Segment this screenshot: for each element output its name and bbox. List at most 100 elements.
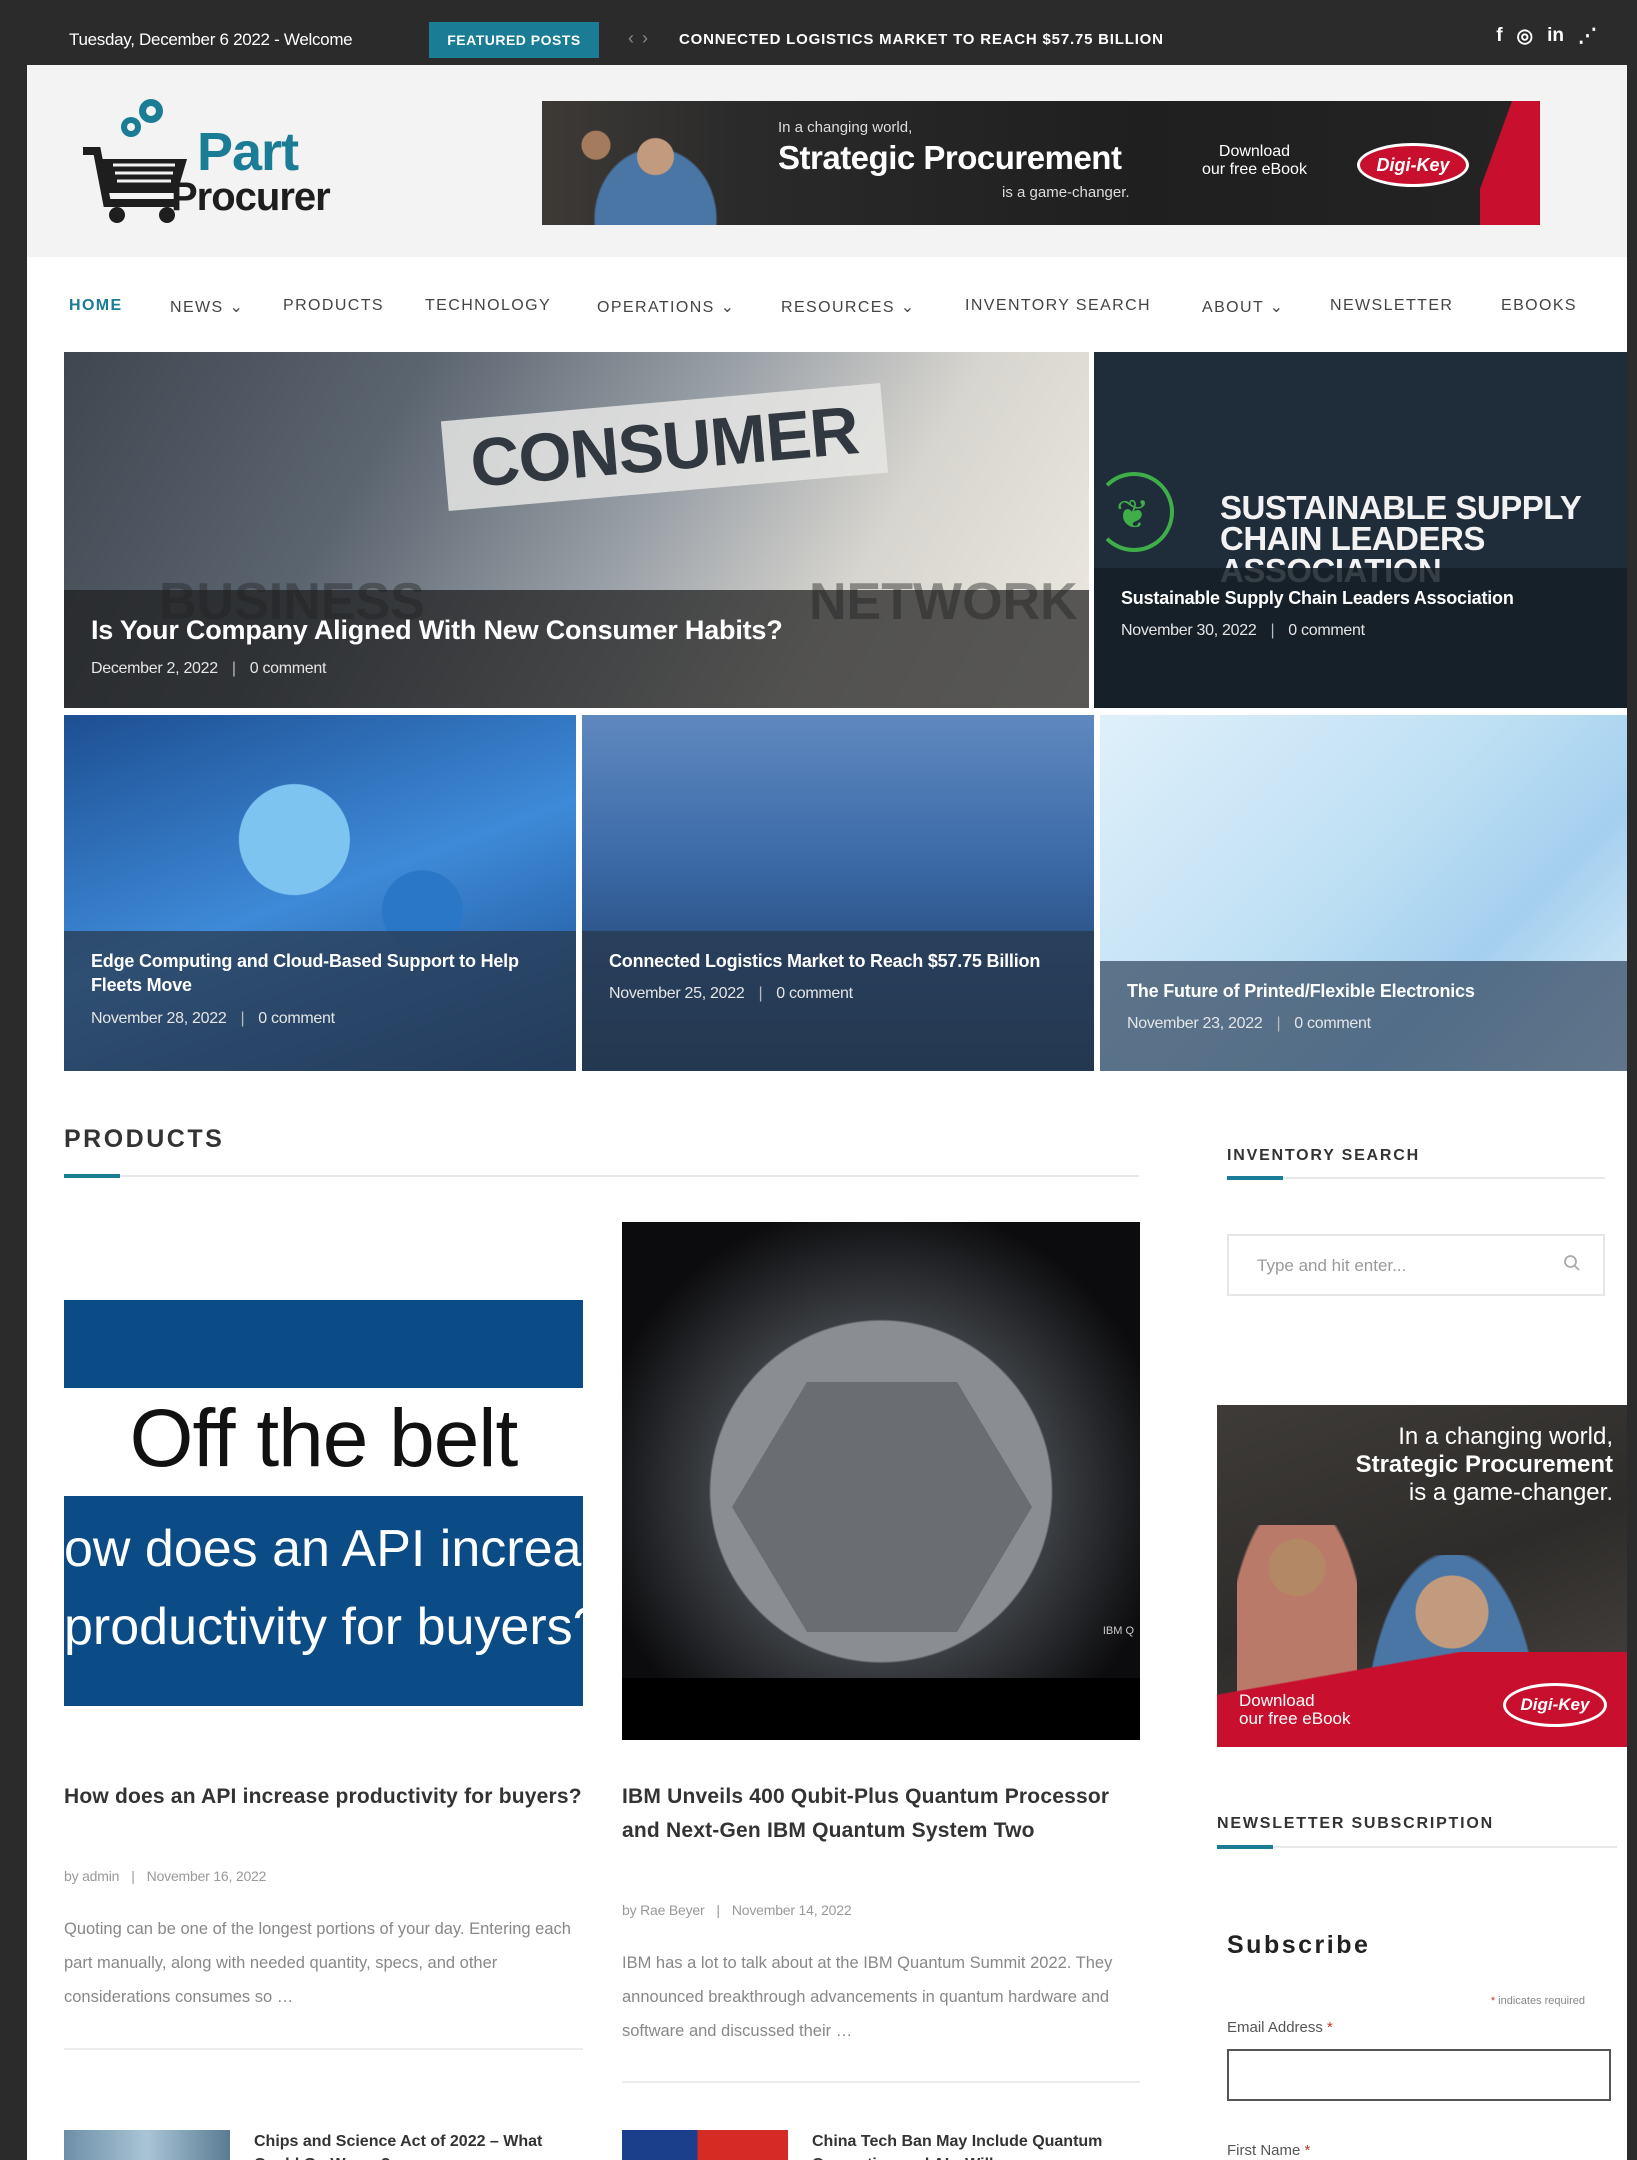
- post-meta: November 30, 2022 | 0 comment: [1121, 622, 1365, 640]
- product-card-1-meta: by admin | November 16, 2022: [64, 1868, 267, 1884]
- chevron-left-icon[interactable]: ‹: [628, 28, 642, 48]
- search-icon[interactable]: [1563, 1254, 1581, 1272]
- post-meta: November 25, 2022 | 0 comment: [609, 985, 853, 1003]
- nav-inventory-search[interactable]: INVENTORY SEARCH: [965, 297, 1151, 315]
- digikey-logo: Digi-Key: [1503, 1683, 1607, 1727]
- banner-download-text: Download our free eBook: [1202, 143, 1307, 178]
- site-logo[interactable]: Part Procurer: [79, 93, 349, 228]
- main-nav: HOME NEWS ⌄ PRODUCTS TECHNOLOGY OPERATIO…: [27, 257, 1627, 347]
- image-top-bar: [64, 1300, 583, 1388]
- product-card-2-title[interactable]: IBM Unveils 400 Qubit-Plus Quantum Proce…: [622, 1780, 1140, 1847]
- image-bottom-bar: ow does an API increas productivity for …: [64, 1496, 583, 1706]
- ad-line1: In a changing world,: [1398, 1423, 1613, 1450]
- chevron-right-icon[interactable]: ›: [642, 28, 656, 48]
- post-date: December 2, 2022: [91, 660, 218, 678]
- hero-post-4[interactable]: Connected Logistics Market to Reach $57.…: [582, 715, 1094, 1071]
- mini-title[interactable]: China Tech Ban May Include Quantum Compu…: [812, 2130, 1112, 2160]
- inventory-search-heading: INVENTORY SEARCH: [1227, 1147, 1420, 1164]
- products-divider: [64, 1175, 1139, 1177]
- date-welcome: Tuesday, December 6 2022 - Welcome: [69, 30, 353, 49]
- post-meta: November 23, 2022 | 0 comment: [1127, 1015, 1371, 1033]
- ad-line3: is a game-changer.: [1408, 1479, 1613, 1506]
- post-title[interactable]: The Future of Printed/Flexible Electroni…: [1127, 979, 1601, 1003]
- subscribe-title: Subscribe: [1227, 1931, 1371, 1959]
- nav-operations[interactable]: OPERATIONS ⌄: [597, 297, 735, 317]
- hero-post-5[interactable]: The Future of Printed/Flexible Electroni…: [1100, 715, 1627, 1071]
- nav-resources[interactable]: RESOURCES ⌄: [781, 297, 916, 317]
- mini-thumb: [64, 2130, 230, 2160]
- post-date: November 28, 2022: [91, 1009, 227, 1027]
- product-card-1-title[interactable]: How does an API increase productivity fo…: [64, 1780, 583, 1814]
- hero-post-1[interactable]: BUSINESS NETWORK CONSUMER Is Your Compan…: [64, 352, 1089, 708]
- instagram-icon[interactable]: ◎: [1517, 25, 1534, 48]
- post-date: November 30, 2022: [1121, 622, 1257, 640]
- post-author[interactable]: by Rae Beyer: [622, 1902, 705, 1918]
- post-date: November 16, 2022: [146, 1868, 267, 1884]
- post-title[interactable]: Is Your Company Aligned With New Consume…: [91, 612, 1063, 648]
- image-bottom-bar: [622, 1678, 1140, 1740]
- facebook-icon[interactable]: f: [1496, 25, 1502, 48]
- mini-title[interactable]: Chips and Science Act of 2022 – What Cou…: [254, 2130, 554, 2160]
- banner-line1: In a changing world,: [778, 119, 913, 136]
- nav-about[interactable]: ABOUT ⌄: [1202, 297, 1284, 317]
- header-banner-ad[interactable]: In a changing world, Strategic Procureme…: [542, 101, 1540, 225]
- ad-line2: Strategic Procurement: [1355, 1451, 1613, 1478]
- required-note: * indicates required: [1490, 1995, 1585, 2007]
- ticker-arrows[interactable]: ‹›: [628, 28, 656, 49]
- banner-line3: is a game-changer.: [1002, 184, 1130, 201]
- hero-post-2[interactable]: ❦ SUSTAINABLE SUPPLY CHAIN LEADERS ASSOC…: [1094, 352, 1627, 708]
- post-title[interactable]: Sustainable Supply Chain Leaders Associa…: [1121, 586, 1601, 610]
- banner-red-accent: [1480, 101, 1540, 225]
- image-line-2: ow does an API increas: [64, 1520, 583, 1578]
- post-meta: November 28, 2022 | 0 comment: [91, 1009, 335, 1027]
- banner-line2: Strategic Procurement: [778, 139, 1122, 176]
- social-links: f ◎ in ⋰: [1496, 25, 1597, 48]
- sidebar-divider-accent: [1217, 1845, 1273, 1849]
- post-title[interactable]: Connected Logistics Market to Reach $57.…: [609, 949, 1068, 973]
- post-title[interactable]: Edge Computing and Cloud-Based Support t…: [91, 949, 550, 998]
- nav-technology[interactable]: TECHNOLOGY: [425, 297, 551, 315]
- post-comments[interactable]: 0 comment: [1294, 1015, 1371, 1032]
- nav-ebooks[interactable]: EBOOKS: [1501, 297, 1577, 315]
- product-card-2-image[interactable]: IBM Q: [622, 1222, 1140, 1740]
- sidebar-divider-accent: [1227, 1176, 1283, 1180]
- hero-caption: Sustainable Supply Chain Leaders Associa…: [1094, 568, 1627, 708]
- post-comments[interactable]: 0 comment: [776, 985, 853, 1002]
- top-bar: Tuesday, December 6 2022 - Welcome FEATU…: [27, 15, 1627, 65]
- image-label: IBM Q: [1102, 1625, 1134, 1637]
- post-date: November 14, 2022: [731, 1902, 852, 1918]
- product-card-2-meta: by Rae Beyer | November 14, 2022: [622, 1902, 852, 1918]
- digikey-logo: Digi-Key: [1357, 143, 1469, 187]
- ticker-headline[interactable]: CONNECTED LOGISTICS MARKET TO REACH $57.…: [679, 31, 1164, 48]
- post-date: November 23, 2022: [1127, 1015, 1263, 1033]
- mini-thumb: [622, 2130, 788, 2160]
- nav-newsletter[interactable]: NEWSLETTER: [1330, 297, 1453, 315]
- nav-news[interactable]: NEWS ⌄: [170, 297, 244, 317]
- sidebar-divider: [1227, 1177, 1605, 1179]
- logo-word-part: Part: [197, 122, 299, 182]
- products-divider-accent: [64, 1174, 120, 1178]
- email-field[interactable]: [1227, 2049, 1611, 2101]
- product-card-1-image[interactable]: Off the belt ow does an API increas prod…: [64, 1300, 583, 1706]
- logo-word-procurer: Procurer: [171, 175, 331, 219]
- nav-products[interactable]: PRODUCTS: [283, 297, 384, 315]
- hero-post-3[interactable]: Edge Computing and Cloud-Based Support t…: [64, 715, 576, 1071]
- post-comments[interactable]: 0 comment: [1288, 622, 1365, 639]
- quantum-processor-graphic: [732, 1382, 1032, 1632]
- newsletter-heading: NEWSLETTER SUBSCRIPTION: [1217, 1815, 1494, 1832]
- image-line-3: productivity for buyers?: [64, 1598, 583, 1656]
- sidebar-ad[interactable]: In a changing world, Strategic Procureme…: [1217, 1405, 1627, 1747]
- ad-download-text: Download our free eBook: [1239, 1690, 1351, 1729]
- post-comments[interactable]: 0 comment: [250, 660, 327, 677]
- post-author[interactable]: by admin: [64, 1868, 119, 1884]
- post-comments[interactable]: 0 comment: [258, 1010, 335, 1027]
- rss-icon[interactable]: ⋰: [1578, 25, 1597, 48]
- banner-photo: [562, 111, 732, 225]
- card-divider: [622, 2081, 1140, 2083]
- search-input[interactable]: [1257, 1252, 1557, 1280]
- linkedin-icon[interactable]: in: [1547, 25, 1564, 48]
- product-card-2-excerpt: IBM has a lot to talk about at the IBM Q…: [622, 1954, 1113, 2041]
- nav-home[interactable]: HOME: [69, 297, 123, 315]
- product-card-1-excerpt: Quoting can be one of the longest portio…: [64, 1920, 571, 2007]
- image-headline: Off the belt: [129, 1393, 519, 1484]
